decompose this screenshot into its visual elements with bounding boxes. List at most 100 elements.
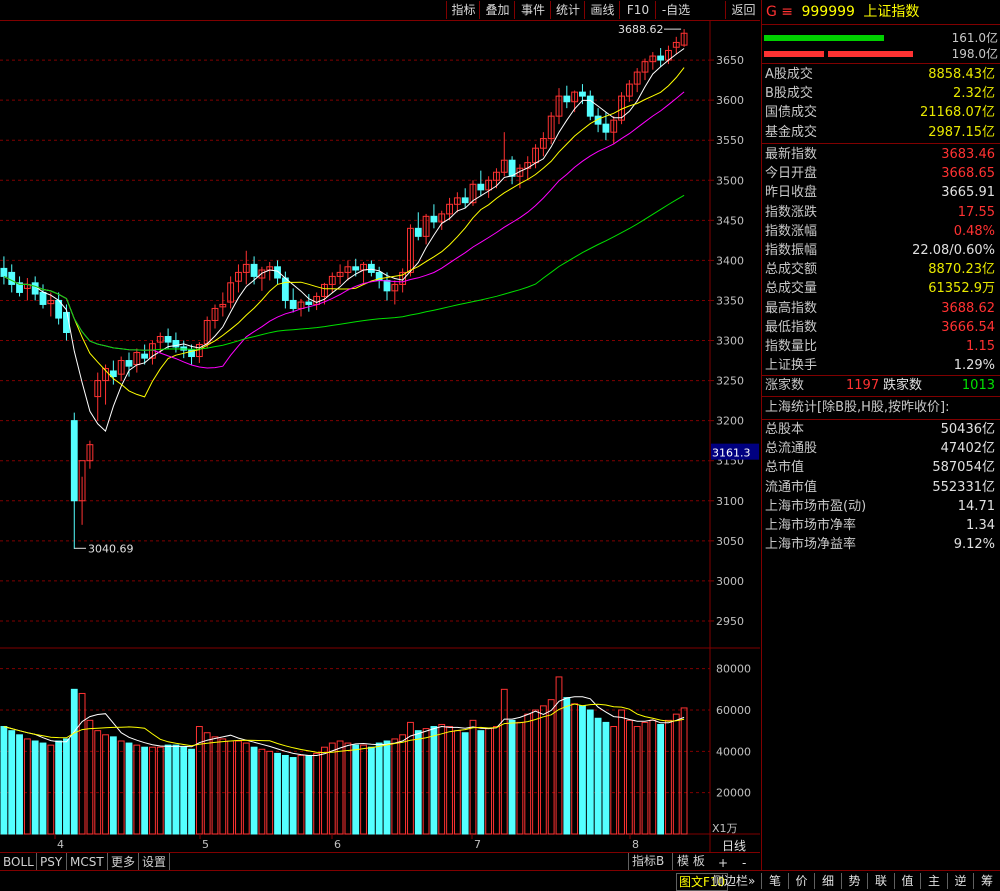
volume-bar [70,688,78,835]
market-stat-value: 1.34 [966,518,995,533]
index-value: 3665.91 [941,185,995,201]
index-name: 上证指数 [863,4,920,20]
indicator-tab-psy[interactable]: PSY [37,853,67,871]
volume-row: B股成交 2.32亿 [762,84,998,103]
volume-bar [55,740,63,835]
template-button[interactable]: 模 板 [672,853,709,870]
volume-bar [625,719,633,835]
volume-tick-label: 20000 [716,787,751,800]
candle-body [367,263,375,273]
price-tick-label: 3050 [716,535,744,548]
side-button-7[interactable]: 逆 [946,873,974,889]
volume-bar [47,744,55,835]
market-prefix: G ≡ [766,4,794,20]
market-stat-value: 47402亿 [940,441,995,457]
side-button-1[interactable]: 价 [787,873,815,889]
toolbar-item-7[interactable]: 返回 [725,1,761,19]
toolbar-item-0[interactable]: 指标 [446,1,480,19]
volume-bar [633,726,641,835]
indicator-tab-mcst[interactable]: MCST [67,853,108,871]
price-tick-label: 3400 [716,254,744,267]
high-price-label: 3688.62 [618,23,664,36]
kline-chart[interactable]: 3650 3600 3550 3500 3450 3400 3350 3300 3250 3200… [0,20,760,852]
volume-tick-label: 80000 [716,663,751,676]
index-value: 17.55 [957,204,995,220]
volume-label: 基金成交 [765,124,818,140]
volume-bar [422,728,430,835]
inflow-bar [764,35,884,41]
side-button-6[interactable]: 主 [920,873,947,889]
side-button-0[interactable]: 笔 [761,873,788,889]
index-row: 最高指数 3688.62 [762,299,998,318]
market-stat-label: 上海市场市盈(动) [765,498,867,514]
index-row: 最低指数 3666.54 [762,318,998,337]
index-label: 最高指数 [765,300,818,316]
index-label: 总成交量 [765,281,818,297]
market-stat-row: 上海市场市净率 1.34 [762,516,998,535]
market-stat-label: 总市值 [765,460,805,476]
volume-bar [23,738,31,835]
market-stat-value: 14.71 [957,498,995,514]
volume-bar [180,746,188,835]
volume-bar [430,726,438,835]
volume-bar [571,703,579,835]
volume-bar [219,738,227,835]
sidebar-toggle[interactable]: 侧边栏» [710,873,757,889]
volume-row: A股成交 8858.43亿 [762,65,998,84]
outflow-bar-b [828,51,913,57]
volume-bar [563,697,571,835]
volume-bar [618,709,625,835]
index-label: 总成交额 [765,262,818,278]
volume-bar [516,721,524,835]
volume-bar [78,692,86,835]
price-tick-label: 3000 [716,575,744,588]
volume-bar [328,742,336,835]
candle-body [164,336,172,343]
index-value: 1.15 [966,339,995,354]
price-tick-label: 3600 [716,94,744,107]
market-stat-value: 552331亿 [932,479,995,495]
volume-bar [579,705,586,835]
indicator-tab-boll[interactable]: BOLL [0,853,37,871]
side-button-3[interactable]: 势 [840,873,868,889]
candle-body [31,282,39,295]
ma10-line [3,67,685,398]
volume-label: B股成交 [765,86,813,102]
toolbar-item-4[interactable]: 画线 [584,1,620,19]
volume-bar [227,740,235,835]
toolbar-item-3[interactable]: 统计 [550,1,585,19]
volume-value: 21168.07亿 [919,105,995,121]
side-button-8[interactable]: 筹 [973,873,1000,889]
side-button-2[interactable]: 细 [814,873,841,889]
indicator-tab-更多[interactable]: 更多 [108,853,139,871]
volume-bar [94,730,102,835]
volume-bar [493,726,500,835]
market-stat-label: 总流通股 [765,441,818,457]
candle-body [383,279,391,292]
volume-label: 国债成交 [765,105,818,121]
volume-bar [383,740,391,835]
info-panel: G ≡ 999999 上证指数 161.0亿 198.0亿 A股成交 8858.4… [761,0,1000,870]
volume-bar [485,728,493,835]
volume-unit-label: X1万 [712,822,738,835]
side-button-5[interactable]: 值 [893,873,921,889]
candle-body [430,215,438,223]
volume-bar [657,723,665,835]
candle-body [352,266,360,271]
side-button-4[interactable]: 联 [867,873,894,889]
price-tick-label: 3450 [716,214,744,227]
price-tick-label: 3200 [716,415,744,428]
candle-body [39,291,47,305]
zoom-out-button[interactable]: - [742,855,746,871]
indicator-b-button[interactable]: 指标B [628,853,667,870]
indicator-tab-设置[interactable]: 设置 [139,853,170,871]
toolbar-item-5[interactable]: F10 [619,1,656,19]
candle-body [70,420,78,502]
toolbar-item-2[interactable]: 事件 [514,1,551,19]
toolbar-item-1[interactable]: 叠加 [479,1,515,19]
market-stat-value: 587054亿 [932,460,995,476]
candle-body [414,227,422,237]
zoom-in-button[interactable]: + [718,855,728,871]
toolbar-item-6[interactable]: -自选 [655,1,696,19]
volume-bar [117,740,125,835]
